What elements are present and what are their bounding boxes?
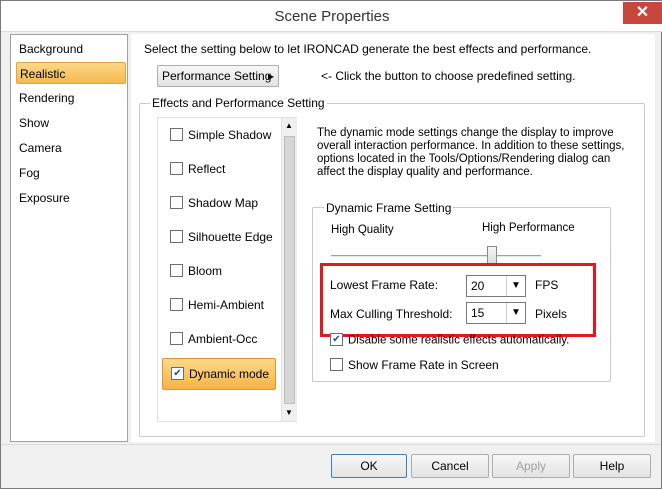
close-button[interactable]: ✕ xyxy=(623,2,662,24)
disable-effects-checkbox[interactable]: ✔ xyxy=(330,333,343,346)
option-label: Ambient-Occ xyxy=(188,332,258,346)
option-hemi-ambient[interactable]: Hemi-Ambient xyxy=(162,290,276,320)
option-shadow-map[interactable]: Shadow Map xyxy=(162,188,276,218)
category-list: Background Realistic Rendering Show Came… xyxy=(10,34,128,442)
close-icon: ✕ xyxy=(635,4,650,21)
checkbox-dynamic-mode[interactable]: ✔ xyxy=(171,367,184,381)
scrollbar-thumb[interactable] xyxy=(284,136,295,404)
checkbox-shadow-map[interactable] xyxy=(170,196,183,210)
performance-setting-button[interactable]: Performance Setting ▸ xyxy=(157,65,279,87)
option-silhouette-edge[interactable]: Silhouette Edge xyxy=(162,222,276,252)
option-label: Dynamic mode xyxy=(189,367,270,381)
option-label: Hemi-Ambient xyxy=(188,298,265,312)
lowest-frame-rate-label: Lowest Frame Rate: xyxy=(330,278,439,292)
slider-left-label: High Quality xyxy=(331,224,394,236)
footer-divider xyxy=(1,444,661,445)
window-title: Scene Properties xyxy=(274,8,390,25)
scroll-down-icon[interactable]: ▼ xyxy=(285,408,293,417)
option-label: Shadow Map xyxy=(188,196,259,210)
cancel-button[interactable]: Cancel xyxy=(411,454,489,478)
performance-setting-label: Performance Setting xyxy=(162,69,272,83)
option-reflect[interactable]: Reflect xyxy=(162,154,276,184)
ok-button[interactable]: OK xyxy=(331,454,407,478)
option-label: Bloom xyxy=(188,264,223,278)
settings-panel: Select the setting below to let IRONCAD … xyxy=(131,34,655,442)
dialog-window: Scene Properties ✕ Background Realistic … xyxy=(0,0,662,489)
chevron-down-icon[interactable]: ▼ xyxy=(506,303,525,323)
checkbox-ambient-occ[interactable] xyxy=(170,332,183,346)
show-frame-rate-label: Show Frame Rate in Screen xyxy=(348,358,499,372)
disable-effects-label: Disable some realistic effects automatic… xyxy=(348,334,570,347)
dynamic-frame-group-label: Dynamic Frame Setting xyxy=(324,201,454,215)
lowest-frame-rate-value: 20 xyxy=(471,279,485,293)
instruction-text: Select the setting below to let IRONCAD … xyxy=(144,42,592,56)
option-bloom[interactable]: Bloom xyxy=(162,256,276,286)
fps-unit: FPS xyxy=(535,278,559,292)
option-label: Reflect xyxy=(188,162,226,176)
max-culling-threshold-value: 15 xyxy=(471,306,485,320)
checkbox-simple-shadow[interactable] xyxy=(170,128,183,142)
option-simple-shadow[interactable]: Simple Shadow xyxy=(162,120,276,150)
max-culling-threshold-combo[interactable]: 15 ▼ xyxy=(466,302,526,324)
effects-scrollbar[interactable]: ▲ ▼ xyxy=(281,118,297,421)
apply-button[interactable]: Apply xyxy=(492,454,570,478)
option-label: Silhouette Edge xyxy=(188,230,273,244)
chevron-down-icon[interactable]: ▼ xyxy=(506,276,525,296)
dynamic-mode-description: The dynamic mode settings change the dis… xyxy=(317,127,625,178)
disable-effects-option[interactable]: ✔ Disable some realistic effects automati… xyxy=(330,333,570,347)
performance-hint: <- Click the button to choose predefined… xyxy=(321,69,576,83)
quality-slider-track[interactable] xyxy=(331,255,541,258)
lowest-frame-rate-combo[interactable]: 20 ▼ xyxy=(466,275,526,297)
checkbox-bloom[interactable] xyxy=(170,264,183,278)
show-frame-rate-checkbox[interactable] xyxy=(330,358,343,372)
show-frame-rate-option[interactable]: Show Frame Rate in Screen xyxy=(330,358,499,372)
checkbox-hemi-ambient[interactable] xyxy=(170,298,183,312)
nav-item-show[interactable]: Show xyxy=(16,112,126,134)
option-label: Simple Shadow xyxy=(188,128,272,142)
effects-list: Simple Shadow Reflect Shadow Map Silhoue… xyxy=(157,117,297,422)
scroll-up-icon[interactable]: ▲ xyxy=(285,121,293,130)
nav-item-fog[interactable]: Fog xyxy=(16,162,126,184)
pixels-unit: Pixels xyxy=(535,307,568,321)
option-ambient-occ[interactable]: Ambient-Occ xyxy=(162,324,276,354)
nav-item-rendering[interactable]: Rendering xyxy=(16,87,126,109)
nav-item-background[interactable]: Background xyxy=(16,38,126,60)
nav-item-camera[interactable]: Camera xyxy=(16,137,126,159)
effects-group-label: Effects and Performance Setting xyxy=(150,96,327,110)
help-button[interactable]: Help xyxy=(573,454,651,478)
max-culling-threshold-label: Max Culling Threshold: xyxy=(330,307,453,321)
option-dynamic-mode[interactable]: ✔ Dynamic mode xyxy=(162,358,276,390)
highlight-box xyxy=(320,263,596,337)
checkbox-reflect[interactable] xyxy=(170,162,183,176)
slider-right-label: High Performance xyxy=(482,222,575,234)
nav-item-exposure[interactable]: Exposure xyxy=(16,187,126,209)
checkbox-silhouette-edge[interactable] xyxy=(170,230,183,244)
chevron-right-icon: ▸ xyxy=(267,69,274,83)
nav-item-realistic[interactable]: Realistic xyxy=(16,62,126,84)
title-bar: Scene Properties ✕ xyxy=(1,1,662,32)
